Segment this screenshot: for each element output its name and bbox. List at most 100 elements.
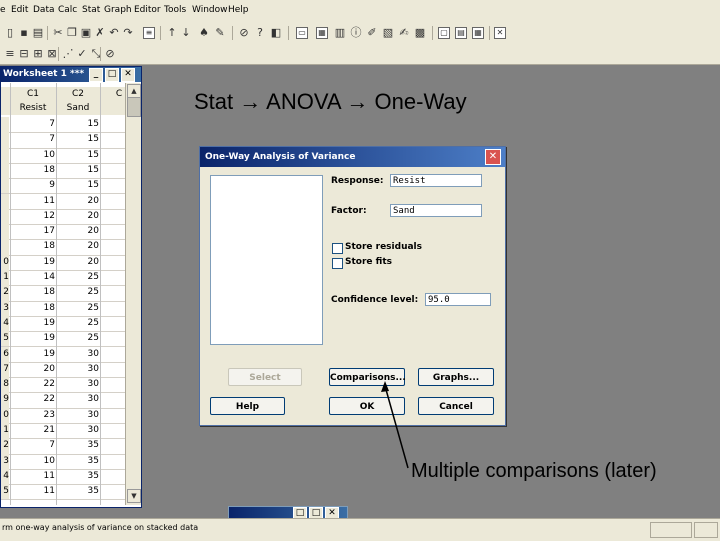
cell-sand[interactable]: 20 [57,224,99,239]
menu-calc[interactable]: Calc [58,5,77,15]
row-number[interactable]: 8 [1,377,9,393]
row-number[interactable]: 6 [1,346,9,362]
cell-sand[interactable]: 20 [57,255,99,270]
cascade-icon[interactable]: ▦ [472,27,484,39]
cell-resist[interactable]: 19 [11,331,55,346]
cell-resist[interactable]: 7 [11,438,55,453]
table-row[interactable]: 2 18 25 [1,285,125,302]
menu-edit[interactable]: Edit [11,5,28,15]
table-row[interactable]: 1 14 25 [1,270,125,287]
cell-sand[interactable]: 20 [57,209,99,224]
dialog-titlebar[interactable]: One-Way Analysis of Variance ✕ [200,147,505,167]
close-icon[interactable]: ✕ [485,149,501,165]
table-row[interactable]: 0 23 30 [1,407,125,424]
close-icon[interactable]: ✕ [121,68,135,82]
table-row[interactable]: 1 21 30 [1,423,125,440]
row-number[interactable] [1,239,9,255]
row-number[interactable] [1,132,9,148]
cell-sand[interactable]: 35 [57,469,99,484]
menu-window[interactable]: Window [192,5,228,15]
redo-icon[interactable]: ↷ [122,27,134,39]
history-icon[interactable]: ✐ [366,27,378,39]
cancel-button[interactable]: Cancel [418,397,494,415]
save-icon[interactable]: ▪ [18,27,30,39]
comparisons-button[interactable]: Comparisons... [329,368,406,386]
copy-icon[interactable]: ❐ [66,27,78,39]
scroll-thumb[interactable] [127,97,141,117]
find-icon[interactable]: ♠ [198,27,210,39]
last-dialog-icon[interactable]: ≡ [143,27,155,39]
manager-icon[interactable]: ▩ [414,27,426,39]
scroll-up-icon[interactable]: ▲ [127,84,141,98]
paste-icon[interactable]: ▣ [80,27,92,39]
report-icon[interactable]: ▧ [382,27,394,39]
table-row[interactable]: 6 19 30 [1,346,125,363]
row-number[interactable] [1,147,9,163]
help-icon[interactable]: ? [254,27,266,39]
cell-sand[interactable]: 30 [57,392,99,407]
edit-cell-icon[interactable]: ✓ [76,48,88,60]
cell-resist[interactable]: 10 [11,454,55,469]
insert-rows-icon[interactable]: ⊟ [18,48,30,60]
close-graphs-icon[interactable]: ▢ [438,27,450,39]
table-row[interactable]: 4 11 35 [1,468,125,486]
store-fits-checkbox[interactable] [332,258,343,269]
table-row[interactable]: 7 15 [1,132,125,149]
cell-resist[interactable]: 18 [11,301,55,316]
row-number[interactable] [1,162,9,179]
cell-resist[interactable]: 17 [11,224,55,239]
cell-resist[interactable]: 9 [11,178,55,193]
vertical-scrollbar[interactable]: ▲ ▼ [125,83,141,505]
row-number[interactable] [1,178,9,194]
table-row[interactable]: 9 22 30 [1,392,125,409]
row-number[interactable]: 2 [1,438,9,454]
cell-resist[interactable]: 12 [11,209,55,224]
cell-resist[interactable]: 22 [11,377,55,392]
table-row[interactable]: 17 20 [1,224,125,241]
row-number[interactable]: 5 [1,484,9,500]
cell-resist[interactable]: 7 [11,132,55,147]
cell-resist[interactable]: 23 [11,408,55,423]
undo-icon[interactable]: ↶ [108,27,120,39]
menu-help[interactable]: Help [228,5,249,15]
select-button[interactable]: Select [228,368,302,386]
table-row[interactable]: 4 19 25 [1,315,125,333]
scroll-down-icon[interactable]: ▼ [127,489,141,503]
cell-sand[interactable]: 35 [57,438,99,453]
table-row[interactable]: 2 7 35 [1,438,125,455]
cell-resist[interactable]: 14 [11,270,55,285]
cancel-icon[interactable]: ⊘ [238,27,250,39]
cut-icon[interactable]: ✂ [52,27,64,39]
table-row[interactable]: 7 20 30 [1,361,125,379]
cell-sand[interactable]: 15 [57,163,99,178]
cell-sand[interactable]: 15 [57,132,99,147]
row-number[interactable]: 2 [1,285,9,301]
cell-sand[interactable]: 30 [57,347,99,362]
cell-sand[interactable]: 15 [57,148,99,163]
cell-resist[interactable]: 10 [11,148,55,163]
column-name-resist[interactable]: Resist [11,101,55,115]
row-number[interactable] [1,224,9,240]
table-row[interactable]: 3 18 25 [1,300,125,317]
row-number[interactable]: 0 [1,254,9,270]
table-row[interactable]: 5 19 25 [1,331,125,348]
cell-resist[interactable]: 21 [11,423,55,438]
cell-resist[interactable]: 18 [11,285,55,300]
cell-resist[interactable]: 11 [11,469,55,484]
cell-sand[interactable]: 25 [57,316,99,331]
column-header-c3[interactable]: C [113,87,125,101]
worksheet-titlebar[interactable]: Worksheet 1 *** _ □ ✕ [1,67,141,82]
cell-resist[interactable]: 11 [11,194,55,209]
row-number[interactable]: 4 [1,468,9,485]
menu-tools[interactable]: Tools [164,5,186,15]
table-row[interactable]: 9 15 [1,178,125,195]
maximize-icon[interactable]: □ [105,68,119,82]
cell-sand[interactable]: 15 [57,178,99,193]
cell-sand[interactable]: 20 [57,239,99,254]
down-arrow-icon[interactable]: ↓ [180,27,192,39]
row-number[interactable]: 1 [1,270,9,286]
row-number[interactable]: 5 [1,331,9,347]
store-residuals-checkbox[interactable] [332,243,343,254]
up-arrow-icon[interactable]: ↑ [166,27,178,39]
tile-icon[interactable]: ▤ [455,27,467,39]
